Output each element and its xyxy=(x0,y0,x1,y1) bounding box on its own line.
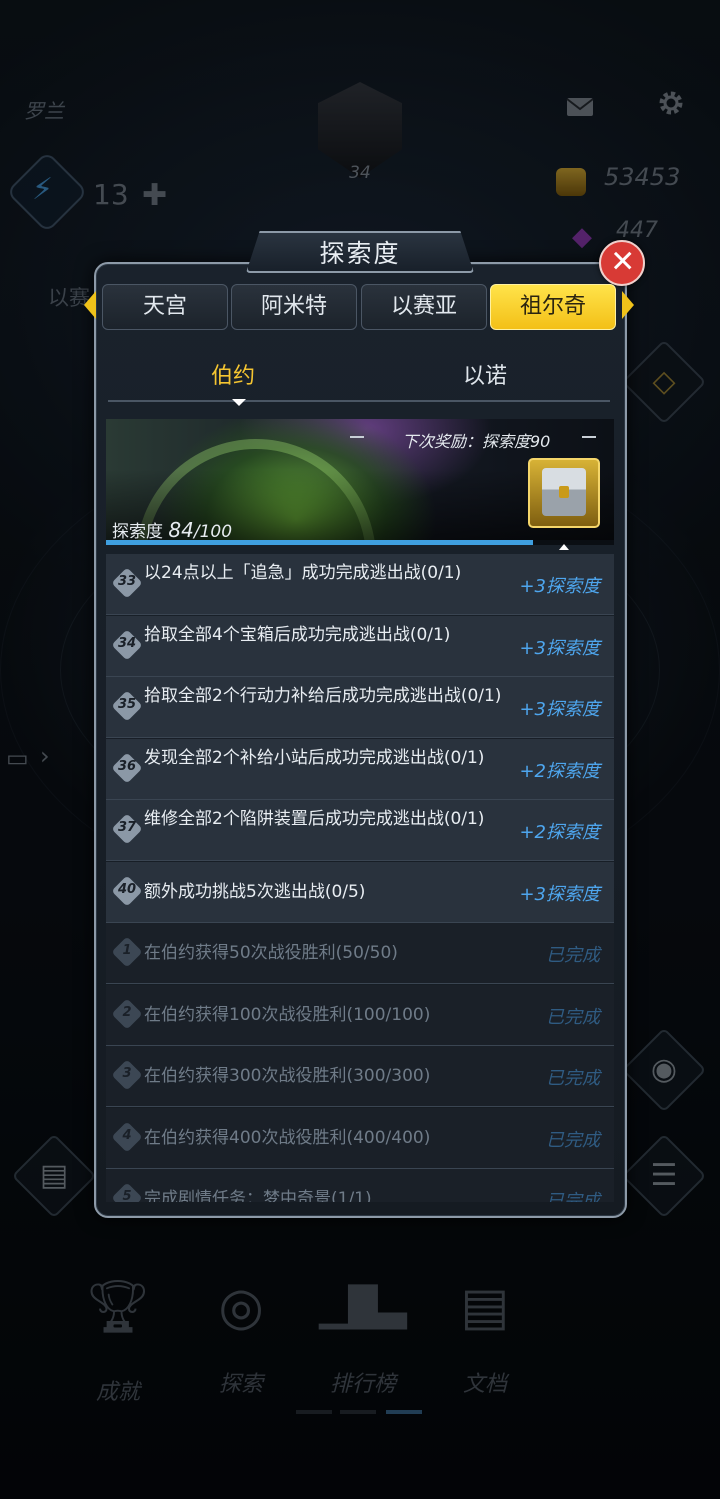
task-row[interactable]: 5 完成剧情任务：梦中奇景(1/1) 已完成 xyxy=(106,1169,614,1202)
tabs-prev-arrow-icon[interactable] xyxy=(84,291,96,319)
task-row[interactable]: 2 在伯约获得100次战役胜利(100/100) 已完成 xyxy=(106,984,614,1046)
dialog-title: 探索度 xyxy=(319,239,401,268)
progress-label: 探索度 84/100 xyxy=(112,517,232,542)
task-status-completed: 已完成 xyxy=(546,1006,600,1028)
task-description: 完成剧情任务：梦中奇景(1/1) xyxy=(144,1189,372,1202)
sub-tabs: 伯约 以诺 xyxy=(108,350,610,406)
next-reward-label: 下次奖励：探索度90 xyxy=(402,432,551,451)
task-number: 34 xyxy=(117,635,137,651)
task-reward: +3探索度 xyxy=(519,637,600,659)
task-number: 36 xyxy=(117,758,137,774)
task-description: 发现全部2个补给小站后成功完成逃出战(0/1) xyxy=(144,747,485,768)
divider-dash xyxy=(350,436,364,438)
task-number: 1 xyxy=(122,943,132,958)
task-row[interactable]: 4 在伯约获得400次战役胜利(400/400) 已完成 xyxy=(106,1107,614,1169)
progress-current: 84 xyxy=(168,518,194,542)
divider-dash xyxy=(582,436,596,438)
task-description: 维修全部2个陷阱装置后成功完成逃出战(0/1) xyxy=(144,809,485,829)
task-number: 33 xyxy=(117,574,137,589)
task-description: 以24点以上「追急」成功完成逃出战(0/1) xyxy=(144,563,462,583)
task-reward: +3探索度 xyxy=(519,883,600,905)
task-list[interactable]: 33 以24点以上「追急」成功完成逃出战(0/1) +3探索度 34 拾取全部4个宝箱后… xyxy=(106,554,614,1202)
progress-total: /100 xyxy=(193,522,233,542)
task-row[interactable]: 36 发现全部2个补给小站后成功完成逃出战(0/1) +2探索度 xyxy=(106,738,614,800)
task-reward: +2探索度 xyxy=(519,822,600,843)
task-number: 3 xyxy=(122,1066,132,1081)
task-number: 35 xyxy=(117,697,137,712)
task-description: 在伯约获得50次战役胜利(50/50) xyxy=(144,943,398,963)
tabs-next-arrow-icon[interactable] xyxy=(622,291,634,319)
task-number: 5 xyxy=(122,1189,132,1202)
tab-isaiah[interactable]: 以赛亚 xyxy=(361,284,487,330)
task-description: 在伯约获得100次战役胜利(100/100) xyxy=(144,1004,431,1025)
task-row[interactable]: 35 拾取全部2个行动力补给后成功完成逃出战(0/1) +3探索度 xyxy=(106,677,614,738)
progress-marker-icon xyxy=(559,544,569,550)
sub-tab-divider xyxy=(108,400,610,402)
task-row[interactable]: 40 额外成功挑战5次逃出战(0/5) +3探索度 xyxy=(106,861,614,923)
progress-title: 探索度 xyxy=(112,522,163,542)
task-description: 额外成功挑战5次逃出战(0/5) xyxy=(144,881,366,902)
task-description: 拾取全部2个行动力补给后成功完成逃出战(0/1) xyxy=(144,686,502,706)
task-number: 37 xyxy=(117,820,137,835)
task-row[interactable]: 34 拾取全部4个宝箱后成功完成逃出战(0/1) +3探索度 xyxy=(106,615,614,677)
tab-zulqi[interactable]: 祖尔奇 xyxy=(490,284,616,330)
tab-tiangong[interactable]: 天宫 xyxy=(102,284,228,330)
tab-yinuo[interactable]: 以诺 xyxy=(360,358,610,390)
task-status-completed: 已完成 xyxy=(546,1191,600,1202)
task-description: 在伯约获得400次战役胜利(400/400) xyxy=(144,1127,431,1148)
tab-boyue[interactable]: 伯约 xyxy=(108,358,358,390)
task-status-completed: 已完成 xyxy=(546,945,600,966)
progress-fill xyxy=(106,540,533,545)
tab-amit[interactable]: 阿米特 xyxy=(231,284,357,330)
chest-lock xyxy=(559,486,569,498)
task-number: 2 xyxy=(122,1004,132,1020)
task-reward: +3探索度 xyxy=(519,576,600,597)
close-icon: ✕ xyxy=(610,244,636,280)
task-status-completed: 已完成 xyxy=(546,1129,600,1151)
task-row[interactable]: 3 在伯约获得300次战役胜利(300/300) 已完成 xyxy=(106,1046,614,1107)
task-number: 4 xyxy=(122,1127,132,1143)
task-reward: +2探索度 xyxy=(519,760,600,782)
task-description: 拾取全部4个宝箱后成功完成逃出战(0/1) xyxy=(144,624,451,645)
progress-bar xyxy=(106,540,614,545)
region-tabs: 天宫 阿米特 以赛亚 祖尔奇 xyxy=(100,284,622,330)
task-status-completed: 已完成 xyxy=(546,1068,600,1089)
task-row[interactable]: 33 以24点以上「追急」成功完成逃出战(0/1) +3探索度 xyxy=(106,554,614,615)
task-number: 40 xyxy=(117,881,137,897)
task-row[interactable]: 1 在伯约获得50次战役胜利(50/50) 已完成 xyxy=(106,923,614,984)
task-reward: +3探索度 xyxy=(519,699,600,720)
task-row[interactable]: 37 维修全部2个陷阱装置后成功完成逃出战(0/1) +2探索度 xyxy=(106,800,614,861)
task-description: 在伯约获得300次战役胜利(300/300) xyxy=(144,1066,431,1086)
active-tab-indicator-icon xyxy=(232,399,246,406)
